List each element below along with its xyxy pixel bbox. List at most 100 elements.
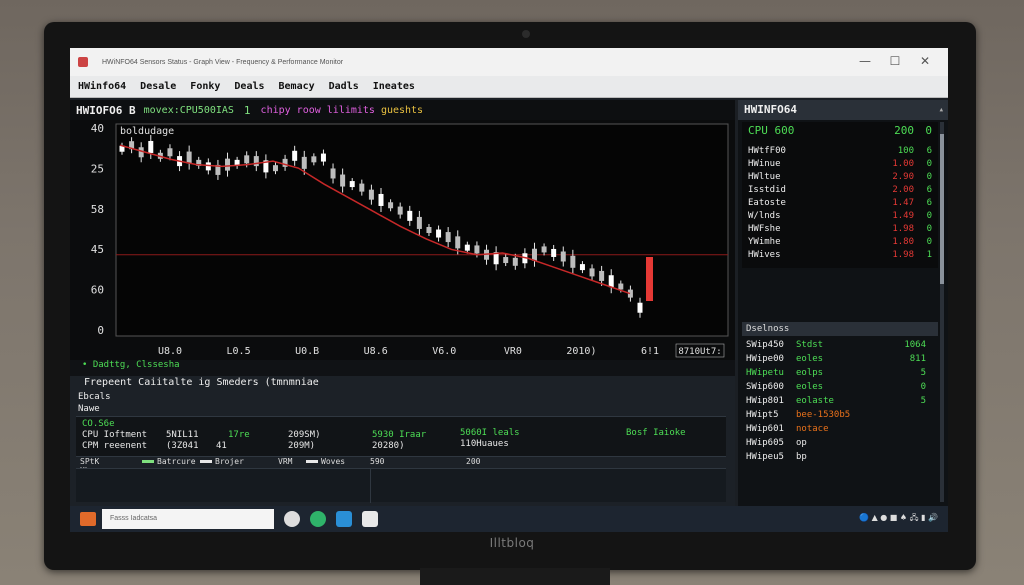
details-legend: SPtK Ubo Batrcure Brojer VRM Woves 590 2…	[76, 456, 726, 475]
candle-body	[560, 251, 566, 262]
scrollbar-thumb[interactable]	[940, 134, 944, 284]
candle-body	[320, 153, 326, 162]
sensor-graph[interactable]: 40 25 58 45 60 0 U8.0 L0.5 U0.B U8.6 V6.0 VR0 2010) 6…	[70, 120, 735, 360]
chart-header-series-m: chipy roow lilimits	[260, 104, 375, 116]
start-button[interactable]	[80, 512, 96, 526]
plot-frame	[115, 123, 729, 337]
device-row[interactable]: HWip605 op	[746, 438, 932, 451]
menu-item-dadls[interactable]: Dadls	[329, 81, 359, 92]
candle-body	[589, 268, 595, 277]
minimize-button[interactable]: —	[850, 54, 880, 68]
sensor-row[interactable]: HWtfF00 100 6	[746, 146, 934, 159]
candle-body	[368, 189, 374, 200]
collapse-caret-icon[interactable]: ▴	[939, 100, 944, 120]
device-label: HWipe00	[746, 354, 784, 364]
chart-header-title: HWIOFO6 B	[76, 103, 136, 117]
candle-body	[148, 140, 154, 153]
candle-body	[253, 156, 259, 167]
details-cell: 209M)	[288, 441, 316, 451]
sensor-value: 2.90	[892, 172, 914, 182]
device-row[interactable]: HWipt5 bee-1530b5	[746, 410, 932, 423]
pane-divider[interactable]	[370, 469, 371, 503]
menu-item-bemacy[interactable]: Bemacy	[279, 81, 315, 92]
sensor-row[interactable]: W/lnds 1.49 0	[746, 211, 934, 224]
sensor-row[interactable]: Eatoste 1.47 6	[746, 198, 934, 211]
title-bar: HWiNFO64 Sensors Status - Graph View - F…	[70, 48, 948, 76]
candle-body	[426, 227, 432, 233]
taskbar-search-input[interactable]: Fasss Iadcatsa	[102, 509, 274, 529]
x-tick-label: VR0	[504, 346, 522, 357]
legend-swatch	[200, 460, 212, 463]
sensor-label: HWFshe	[748, 224, 781, 234]
x-tick-label: 6!1	[641, 346, 659, 357]
candle-body	[464, 244, 470, 251]
sensor-row[interactable]: HWltue 2.90 0	[746, 172, 934, 185]
sensor-row[interactable]: HWinue 1.00 0	[746, 159, 934, 172]
candle-body	[637, 302, 643, 313]
device-row[interactable]: HWipe00 eoles 811	[746, 354, 932, 367]
sensor-status: 0	[926, 237, 932, 247]
details-panel-title: Frepeent Caiitalte ig Smeders (tmnmniae	[84, 377, 319, 388]
menu-item-fonky[interactable]: Fonky	[190, 81, 220, 92]
sensor-row[interactable]: Isstdid 2.00 6	[746, 185, 934, 198]
store-icon[interactable]	[362, 511, 378, 527]
legend-swatch	[306, 460, 318, 463]
sensor-status: 6	[926, 198, 932, 208]
menu-item-deals[interactable]: Deals	[234, 81, 264, 92]
system-tray[interactable]: 🔵 ▲ ● ■ ♠ 🖧 ▮ 🔊	[859, 512, 938, 526]
details-cell: 41	[216, 441, 227, 451]
sensor-row[interactable]: CPU 600 200 0	[746, 124, 934, 140]
sensor-row[interactable]: HWFshe 1.98 0	[746, 224, 934, 237]
device-row[interactable]: HWip801 eolaste 5	[746, 396, 932, 409]
sensor-label: Eatoste	[748, 198, 786, 208]
candle-body	[436, 229, 442, 238]
x-tick-label: 2010)	[566, 346, 596, 357]
device-status: bp	[796, 452, 807, 462]
menu-item-ineates[interactable]: Ineates	[373, 81, 415, 92]
candle-body	[445, 232, 451, 243]
sensor-value: 1.80	[892, 237, 914, 247]
device-row[interactable]: SWip600 eoles 0	[746, 382, 932, 395]
monitor-stand	[420, 568, 610, 585]
legend-item: Brojer	[200, 457, 244, 466]
maximize-button[interactable]: ☐	[880, 54, 910, 68]
close-button[interactable]: ✕	[910, 54, 940, 68]
device-value: 5	[920, 368, 926, 378]
device-label: HWip605	[746, 438, 784, 448]
sensor-status: 0	[926, 172, 932, 182]
window-title: HWiNFO64 Sensors Status - Graph View - F…	[102, 58, 344, 66]
taskbar: Fasss Iadcatsa 🔵 ▲ ● ■ ♠ 🖧 ▮ 🔊	[70, 506, 948, 532]
device-row[interactable]: HWip601 notace	[746, 424, 932, 437]
device-row[interactable]: HWipeu5 bp	[746, 452, 932, 465]
candle-body	[599, 270, 605, 281]
edge-icon[interactable]	[310, 511, 326, 527]
device-row[interactable]: HWipetu eolps 5	[746, 368, 932, 381]
candle-body	[292, 150, 298, 161]
sensor-label: HWltue	[748, 172, 781, 182]
sensor-row[interactable]: HWives 1.98 1	[746, 250, 934, 263]
menu-item-desale[interactable]: Desale	[140, 81, 176, 92]
sensor-row[interactable]: YWimhe 1.80 0	[746, 237, 934, 250]
sensor-status: 6	[926, 185, 932, 195]
device-status: op	[796, 438, 807, 448]
sensor-graph-svg: 40 25 58 45 60 0 U8.0 L0.5 U0.B U8.6 V6.0 VR0 2010) 6…	[91, 122, 729, 358]
details-cell: 209SM)	[288, 430, 321, 440]
device-value: 5	[920, 396, 926, 406]
sensors-section-header[interactable]: Dselnoss	[742, 322, 938, 336]
menu-item-hwinfo[interactable]: HWinfo64	[78, 81, 126, 92]
candle-body	[388, 202, 394, 209]
candle-body	[503, 257, 509, 264]
candle-body	[186, 151, 192, 164]
device-label: HWip601	[746, 424, 784, 434]
x-tick-label: V6.0	[432, 346, 456, 357]
candle-body	[474, 245, 480, 254]
app-icon	[78, 57, 88, 67]
explorer-icon[interactable]	[336, 511, 352, 527]
sensor-value: 1.49	[892, 211, 914, 221]
sensor-value: 2.00	[892, 185, 914, 195]
device-value: 1064	[904, 340, 926, 350]
sensor-value: 1.98	[892, 224, 914, 234]
search-icon[interactable]	[284, 511, 300, 527]
sensors-scrollbar[interactable]	[940, 122, 944, 502]
device-row[interactable]: SWip450 Stdst 1064	[746, 340, 932, 353]
